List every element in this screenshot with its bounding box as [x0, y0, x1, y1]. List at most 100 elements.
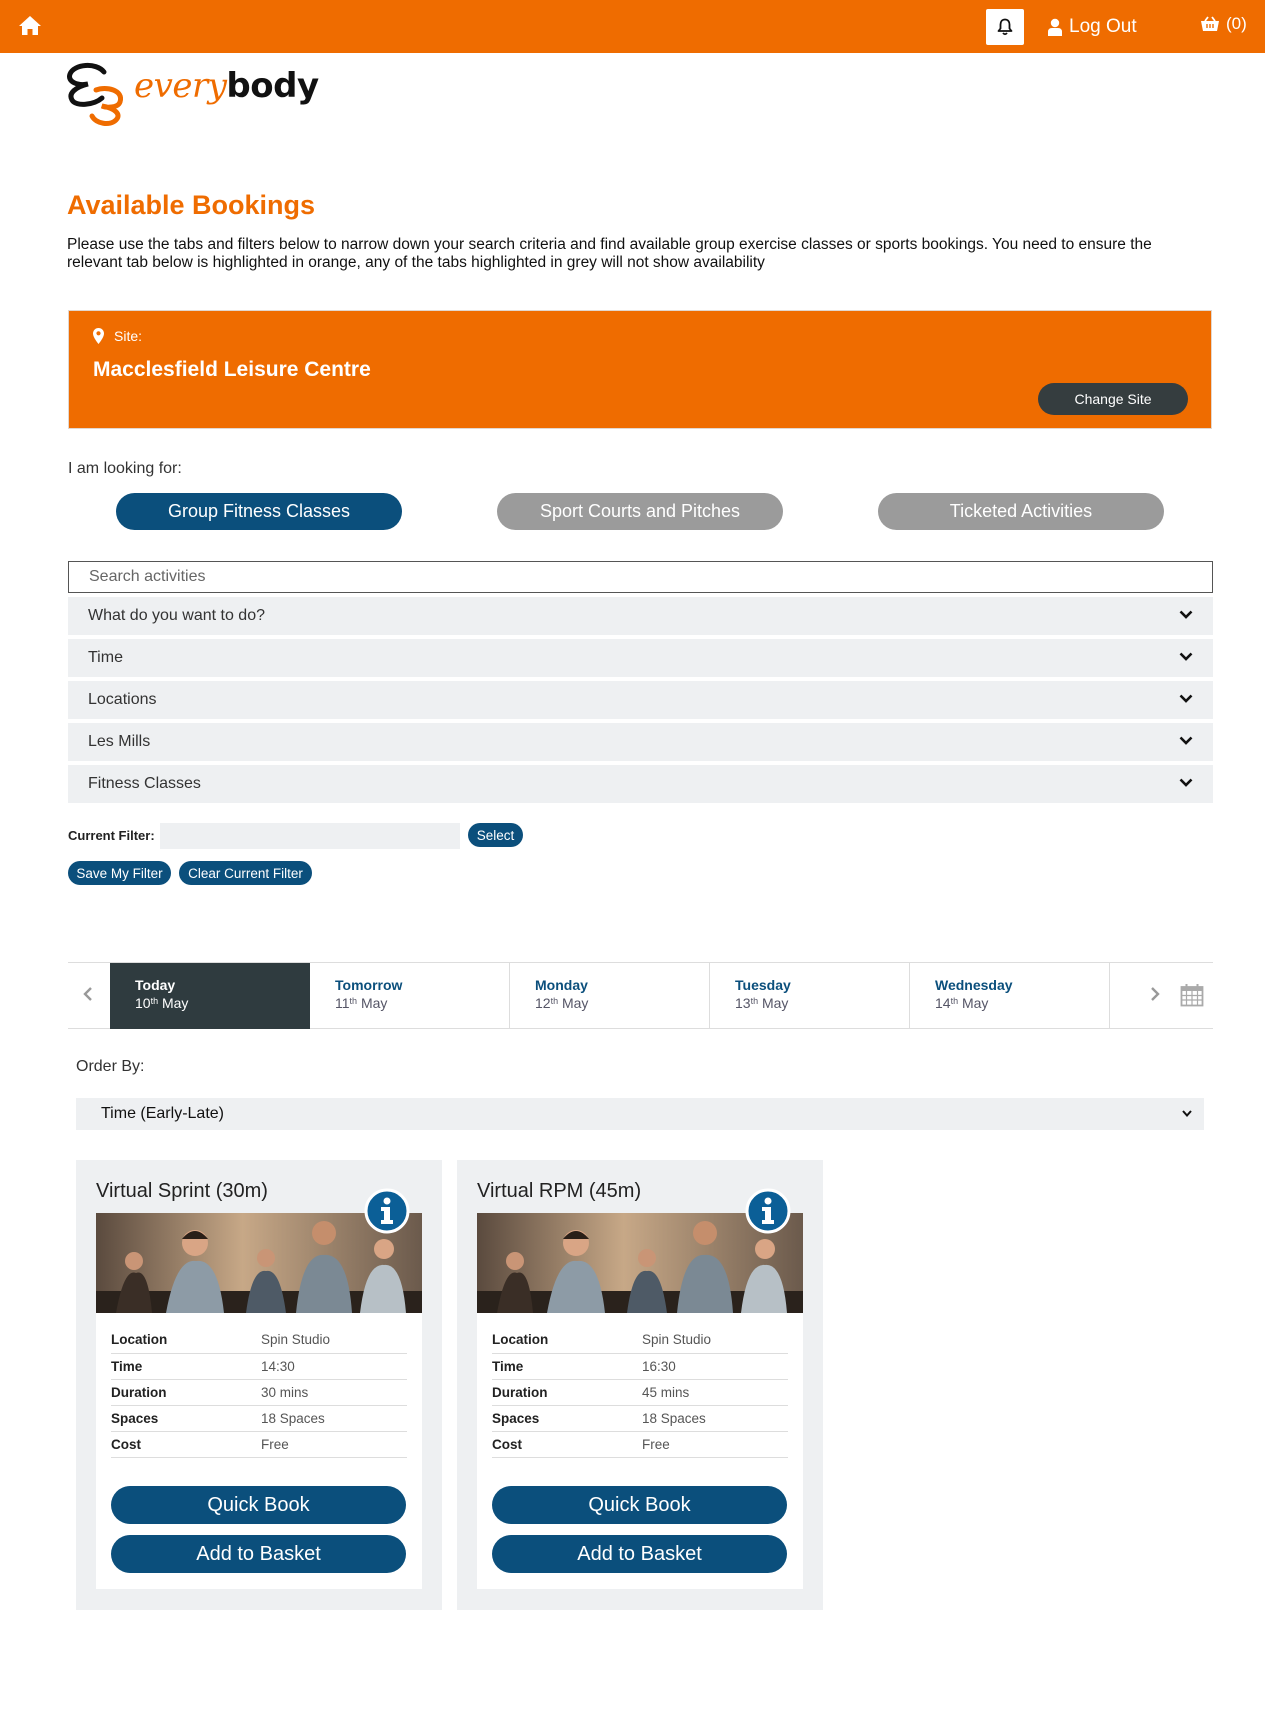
- change-site-button[interactable]: Change Site: [1038, 383, 1188, 415]
- detail-value: Spin Studio: [642, 1327, 788, 1354]
- logo-every: every: [134, 66, 227, 106]
- looking-for-label: I am looking for:: [68, 460, 182, 477]
- clear-current-filter-button[interactable]: Clear Current Filter: [179, 861, 312, 885]
- order-by-label: Order By:: [76, 1058, 145, 1075]
- detail-value: 18 Spaces: [642, 1405, 788, 1432]
- date-selector: Today 10th May Tomorrow 11th May Monday …: [68, 962, 1213, 1029]
- chevron-down-icon: [1179, 610, 1193, 619]
- info-icon[interactable]: [745, 1188, 791, 1234]
- home-icon[interactable]: [18, 14, 42, 36]
- table-row: Duration 45 mins: [492, 1379, 788, 1406]
- detail-key: Time: [492, 1353, 642, 1380]
- add-to-basket-button[interactable]: Add to Basket: [111, 1535, 406, 1573]
- chevron-left-icon[interactable]: [83, 986, 93, 1002]
- intro-text: Please use the tabs and filters below to…: [67, 236, 1152, 271]
- site-label-row: Site:: [93, 328, 142, 344]
- date-value: 14th May: [935, 995, 989, 1011]
- filter-label: Les Mills: [88, 733, 151, 750]
- chevron-down-icon: [1182, 1110, 1192, 1117]
- table-row: Location Spin Studio: [111, 1327, 407, 1354]
- detail-value: 30 mins: [261, 1379, 407, 1406]
- class-title: Virtual Sprint (30m): [96, 1180, 268, 1202]
- logo-mark-icon: [67, 63, 124, 126]
- date-day: Wednesday: [935, 977, 1013, 993]
- order-selected-value: Time (Early-Late): [101, 1105, 224, 1122]
- current-filter-label: Current Filter:: [68, 828, 155, 843]
- date-day: Today: [135, 977, 176, 993]
- detail-value: 14:30: [261, 1353, 407, 1380]
- date-day: Tuesday: [735, 977, 791, 993]
- table-row: Cost Free: [492, 1431, 788, 1458]
- detail-key: Duration: [111, 1379, 261, 1406]
- tab-group-fitness-classes[interactable]: Group Fitness Classes: [116, 493, 402, 530]
- tab-sport-courts-pitches[interactable]: Sport Courts and Pitches: [497, 493, 783, 530]
- class-details-table: Location Spin Studio Time 14:30 Duration 30…: [111, 1327, 407, 1458]
- table-row: Duration 30 mins: [111, 1379, 407, 1406]
- notifications-button[interactable]: [986, 9, 1024, 45]
- date-value: 11th May: [335, 995, 388, 1011]
- date-tab-wednesday[interactable]: Wednesday 14th May: [910, 963, 1110, 1029]
- chevron-down-icon: [1179, 652, 1193, 661]
- table-row: Location Spin Studio: [492, 1327, 788, 1354]
- date-value: 10th May: [135, 995, 189, 1011]
- class-title: Virtual RPM (45m): [477, 1180, 642, 1202]
- detail-key: Spaces: [111, 1405, 261, 1432]
- table-row: Spaces 18 Spaces: [492, 1405, 788, 1432]
- date-day: Monday: [535, 977, 588, 993]
- chevron-right-icon[interactable]: [1150, 986, 1160, 1002]
- quick-book-button[interactable]: Quick Book: [492, 1486, 787, 1524]
- info-icon[interactable]: [364, 1188, 410, 1234]
- user-icon: [1048, 18, 1062, 36]
- order-by-select[interactable]: Time (Early-Late): [76, 1098, 1204, 1130]
- detail-value: 45 mins: [642, 1379, 788, 1406]
- chevron-down-icon: [1179, 778, 1193, 787]
- current-filter-input[interactable]: [160, 823, 460, 849]
- filter-label: What do you want to do?: [88, 607, 265, 624]
- filter-what-do-you-want[interactable]: What do you want to do?: [68, 597, 1213, 635]
- search-activities-input[interactable]: [68, 561, 1213, 593]
- top-nav-bar: Log Out (0): [0, 0, 1265, 53]
- date-day: Tomorrow: [335, 977, 403, 993]
- filter-label: Fitness Classes: [88, 775, 201, 792]
- site-label: Site:: [114, 328, 143, 344]
- detail-key: Location: [111, 1327, 261, 1354]
- date-tab-tomorrow[interactable]: Tomorrow 11th May: [310, 963, 510, 1029]
- detail-key: Location: [492, 1327, 642, 1354]
- detail-value: 16:30: [642, 1353, 788, 1380]
- site-name: Macclesfield Leisure Centre: [93, 358, 371, 381]
- everybody-logo[interactable]: everybody: [66, 60, 319, 130]
- logo-text: everybody: [134, 66, 319, 106]
- filter-time[interactable]: Time: [68, 639, 1213, 677]
- table-row: Time 16:30: [492, 1353, 788, 1380]
- save-my-filter-button[interactable]: Save My Filter: [68, 861, 171, 885]
- filter-les-mills[interactable]: Les Mills: [68, 723, 1213, 761]
- class-details-table: Location Spin Studio Time 16:30 Duration 45…: [492, 1327, 788, 1458]
- class-card: Virtual Sprint (30m) Location Spin Studi…: [76, 1160, 442, 1610]
- table-row: Time 14:30: [111, 1353, 407, 1380]
- site-panel: Site: Macclesfield Leisure Centre Change…: [68, 310, 1212, 429]
- select-filter-button[interactable]: Select: [468, 823, 523, 847]
- date-tab-monday[interactable]: Monday 12th May: [510, 963, 710, 1029]
- filter-fitness-classes[interactable]: Fitness Classes: [68, 765, 1213, 803]
- class-card-body: Location Spin Studio Time 16:30 Duration 45…: [477, 1188, 803, 1589]
- detail-value: 18 Spaces: [261, 1405, 407, 1432]
- date-tab-today[interactable]: Today 10th May: [110, 963, 310, 1029]
- date-tab-tuesday[interactable]: Tuesday 13th May: [710, 963, 910, 1029]
- detail-value: Free: [642, 1431, 788, 1458]
- class-card: Virtual RPM (45m) Location Spin Studio T…: [457, 1160, 823, 1610]
- filter-label: Time: [88, 649, 123, 666]
- tab-ticketed-activities[interactable]: Ticketed Activities: [878, 493, 1164, 530]
- add-to-basket-button[interactable]: Add to Basket: [492, 1535, 787, 1573]
- filter-label: Locations: [88, 691, 157, 708]
- logo-body: body: [226, 66, 319, 106]
- logout-link[interactable]: Log Out: [1048, 15, 1137, 39]
- filter-locations[interactable]: Locations: [68, 681, 1213, 719]
- bell-icon: [997, 18, 1013, 36]
- calendar-icon[interactable]: [1180, 983, 1204, 1007]
- basket-link[interactable]: (0): [1200, 14, 1247, 34]
- chevron-down-icon: [1179, 736, 1193, 745]
- basket-count: (0): [1226, 14, 1247, 33]
- quick-book-button[interactable]: Quick Book: [111, 1486, 406, 1524]
- detail-key: Duration: [492, 1379, 642, 1406]
- table-row: Cost Free: [111, 1431, 407, 1458]
